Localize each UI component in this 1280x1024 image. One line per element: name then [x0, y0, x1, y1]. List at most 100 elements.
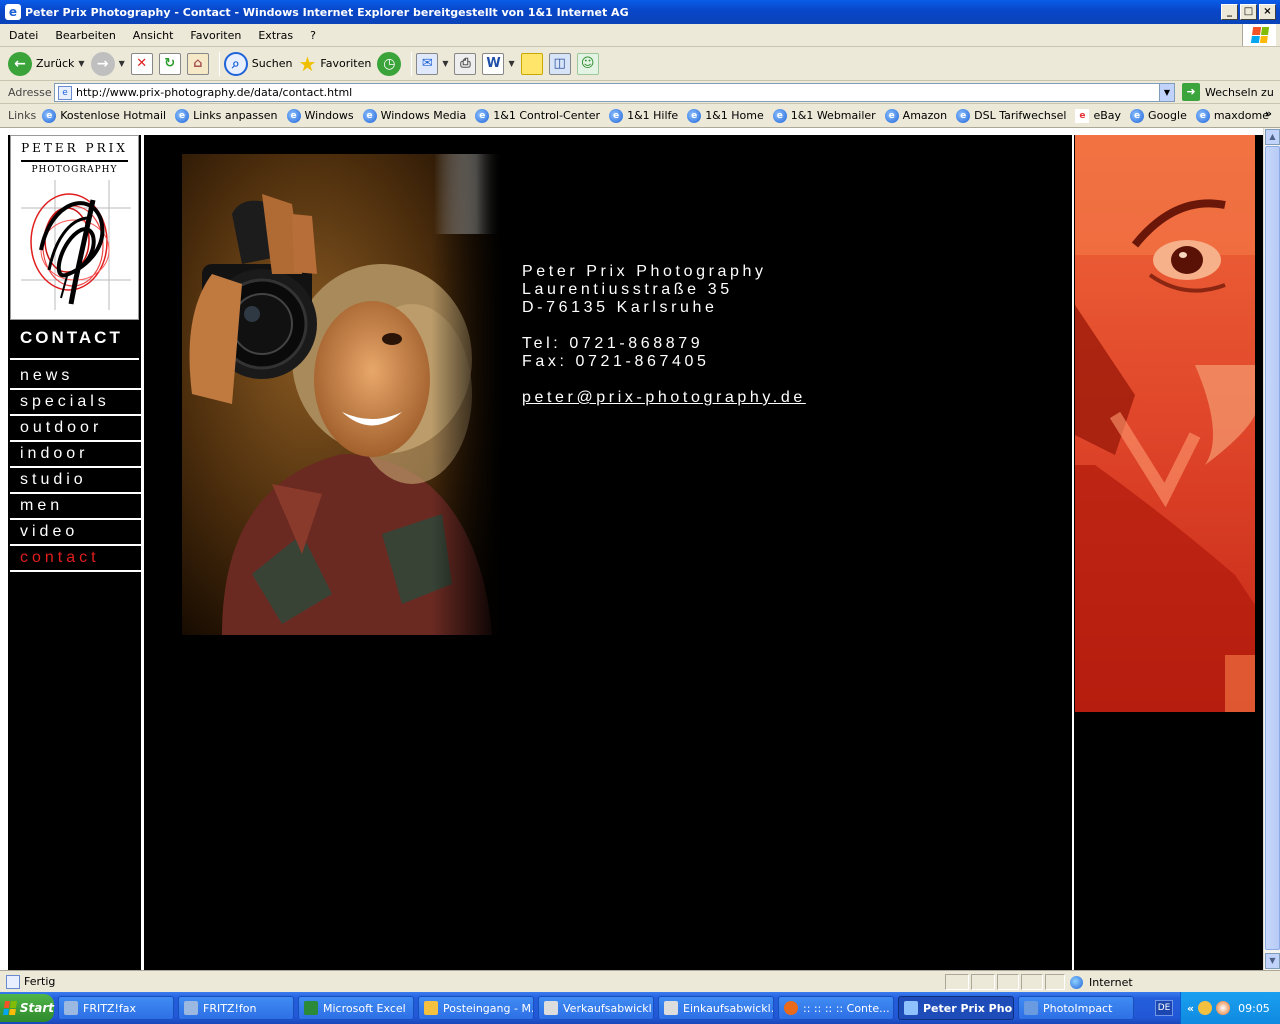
go-button[interactable]: ➜ Wechseln zu [1182, 83, 1274, 101]
link-home[interactable]: e 1&1 Home [687, 108, 764, 123]
nav-item-indoor[interactable]: indoor [10, 442, 141, 468]
link-links-anpassen[interactable]: e Links anpassen [175, 108, 278, 123]
language-indicator[interactable]: DE [1155, 1000, 1173, 1016]
task-label: :: :: :: :: Conte... [803, 1001, 890, 1015]
link-label: Links anpassen [193, 109, 278, 122]
home-button[interactable]: ⌂ [186, 50, 209, 78]
stop-button[interactable]: ✕ [130, 50, 153, 78]
task-firefox[interactable]: :: :: :: :: Conte... [778, 996, 894, 1020]
task-fritz-fon[interactable]: FRITZ!fon [178, 996, 294, 1020]
contact-street: Laurentiusstraße 35 [522, 281, 733, 298]
address-url[interactable]: http://www.prix-photography.de/data/cont… [76, 86, 352, 99]
vertical-scrollbar[interactable]: ▲ ▼ [1263, 128, 1280, 970]
nav-item-men[interactable]: men [10, 494, 141, 520]
link-hilfe[interactable]: e 1&1 Hilfe [609, 108, 678, 123]
link-label: eBay [1093, 109, 1122, 122]
chevron-down-icon[interactable]: ▼ [508, 59, 514, 68]
back-button[interactable]: ← Zurück ▼ [8, 50, 85, 78]
task-fritz-fax[interactable]: FRITZ!fax [58, 996, 174, 1020]
nav-item-news[interactable]: news [10, 364, 141, 390]
app-icon [544, 1001, 558, 1015]
search-button[interactable]: ⌕ Suchen [223, 50, 292, 78]
menu-bar: Datei Bearbeiten Ansicht Favoriten Extra… [0, 24, 1280, 47]
nav-item-contact[interactable]: contact [10, 546, 141, 572]
history-button[interactable]: ◷ [377, 50, 402, 78]
site-logo[interactable]: PETER PRIX PHOTOGRAPHY [10, 135, 139, 320]
task-excel[interactable]: Microsoft Excel [298, 996, 414, 1020]
security-zone[interactable]: Internet [1066, 974, 1266, 990]
link-windows-media[interactable]: e Windows Media [362, 108, 466, 123]
link-dsl-tarifwechsel[interactable]: e DSL Tarifwechsel [956, 108, 1066, 123]
scroll-down-icon[interactable]: ▼ [1265, 953, 1280, 969]
note-button[interactable] [520, 50, 543, 78]
link-ebay[interactable]: e eBay [1075, 108, 1122, 123]
chevron-down-icon[interactable]: ▼ [442, 59, 448, 68]
messenger-button[interactable]: ☺ [576, 50, 599, 78]
link-page-icon: e [475, 108, 490, 123]
site-content: Peter Prix Photography Laurentiusstraße … [143, 135, 1072, 970]
link-label: Amazon [902, 109, 948, 122]
tray-app-icon[interactable] [1198, 1001, 1213, 1015]
link-label: Google [1148, 109, 1187, 122]
research-button[interactable]: ◫ [548, 50, 571, 78]
email-link[interactable]: peter@prix-photography.de [522, 389, 806, 407]
link-label: 1&1 Webmailer [790, 109, 876, 122]
address-input[interactable]: e http://www.prix-photography.de/data/co… [54, 83, 1175, 102]
menu-help[interactable]: ? [301, 29, 324, 42]
favorites-button[interactable]: ★ Favoriten [298, 50, 371, 78]
toolbar-separator [411, 51, 413, 76]
tray-app-icon[interactable] [1216, 1001, 1231, 1015]
links-overflow-chevron-icon[interactable]: » [1265, 107, 1272, 120]
minimize-button[interactable]: _ [1221, 4, 1238, 20]
task-posteingang[interactable]: Posteingang - M... [418, 996, 534, 1020]
chevron-down-icon[interactable]: ▼ [78, 59, 84, 68]
refresh-button[interactable]: ↻ [158, 50, 181, 78]
nav-item-video[interactable]: video [10, 520, 141, 546]
logo-name: PETER PRIX [21, 141, 128, 155]
mail-button[interactable]: ✉ ▼ [416, 50, 448, 78]
link-windows[interactable]: e Windows [286, 108, 354, 123]
chevron-down-icon[interactable]: ▼ [1159, 84, 1174, 101]
task-verkaufsabwicklung[interactable]: Verkaufsabwickl... [538, 996, 654, 1020]
forward-button[interactable]: → ▼ [90, 50, 125, 78]
messenger-icon: ☺ [576, 52, 599, 75]
contact-fax: Fax: 0721-867405 [522, 353, 710, 370]
link-webmailer[interactable]: e 1&1 Webmailer [772, 108, 876, 123]
status-cell [1045, 974, 1065, 990]
link-maxdome[interactable]: e maxdome [1195, 108, 1269, 123]
link-label: Kostenlose Hotmail [60, 109, 167, 122]
print-button[interactable]: ⎙ [454, 50, 477, 78]
menu-bearbeiten[interactable]: Bearbeiten [46, 29, 123, 42]
link-google[interactable]: e Google [1130, 108, 1187, 123]
scroll-up-icon[interactable]: ▲ [1265, 129, 1280, 145]
menu-ansicht[interactable]: Ansicht [124, 29, 182, 42]
link-page-icon: e [1195, 108, 1210, 123]
title-bar[interactable]: e Peter Prix Photography - Contact - Win… [0, 0, 1280, 24]
task-peter-prix[interactable]: Peter Prix Pho... [898, 996, 1014, 1020]
close-button[interactable]: × [1259, 4, 1276, 20]
menu-favoriten[interactable]: Favoriten [181, 29, 249, 42]
maximize-button[interactable]: □ [1240, 4, 1257, 20]
standard-toolbar: ← Zurück ▼ → ▼ ✕ ↻ ⌂ ⌕ Suchen ★ Favorite… [0, 47, 1280, 81]
task-photoimpact[interactable]: PhotoImpact [1018, 996, 1134, 1020]
contact-info: Peter Prix Photography Laurentiusstraße … [522, 263, 806, 407]
nav-item-outdoor[interactable]: outdoor [10, 416, 141, 442]
link-amazon[interactable]: e Amazon [884, 108, 948, 123]
link-kostenlose-hotmail[interactable]: e Kostenlose Hotmail [42, 108, 167, 123]
nav-item-studio[interactable]: studio [10, 468, 141, 494]
edit-button[interactable]: W ▼ [482, 50, 515, 78]
link-control-center[interactable]: e 1&1 Control-Center [475, 108, 600, 123]
tray-expand-icon[interactable]: « [1187, 1002, 1194, 1015]
task-einkaufsabwicklung[interactable]: Einkaufsabwickl... [658, 996, 774, 1020]
menu-extras[interactable]: Extras [249, 29, 301, 42]
printer-icon: ⎙ [454, 52, 477, 75]
link-page-icon: e [772, 108, 787, 123]
task-label: Posteingang - M... [443, 1001, 534, 1015]
scroll-thumb[interactable] [1265, 146, 1280, 950]
nav-item-specials[interactable]: specials [10, 390, 141, 416]
chevron-down-icon[interactable]: ▼ [119, 59, 125, 68]
menu-datei[interactable]: Datei [0, 29, 46, 42]
window-title: Peter Prix Photography - Contact - Windo… [25, 5, 629, 19]
page-icon: e [58, 85, 72, 100]
start-button[interactable]: Start [0, 994, 54, 1022]
